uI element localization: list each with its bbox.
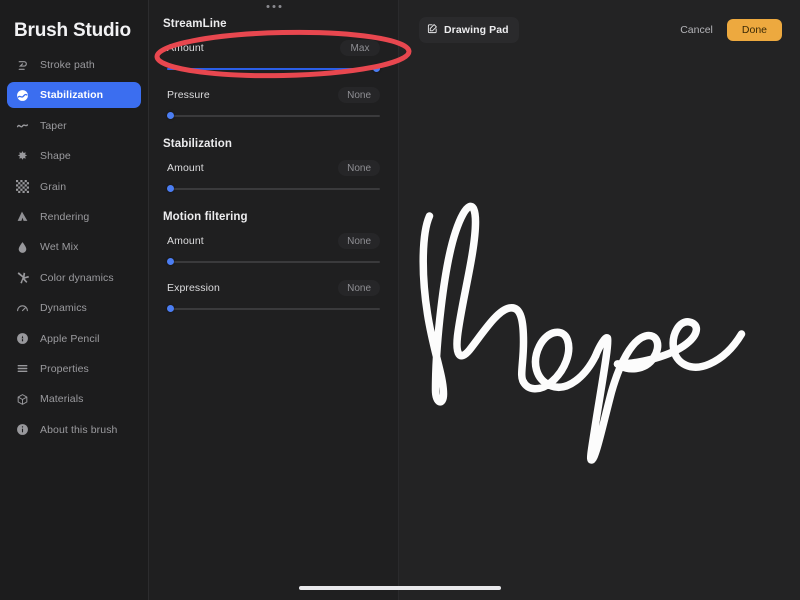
sidebar-item-properties[interactable]: Properties	[7, 356, 141, 382]
control-label: Amount	[167, 235, 204, 247]
dynamics-icon	[15, 301, 29, 315]
control-label: Amount	[167, 42, 204, 54]
sidebar-item-label: Rendering	[40, 210, 90, 223]
sidebar-item-label: About this brush	[40, 423, 118, 436]
slider-thumb[interactable]	[167, 258, 174, 265]
color-dynamics-icon	[15, 271, 29, 285]
section-title-motion-filtering: Motion filtering	[163, 211, 248, 223]
panel-drag-handle[interactable]	[266, 5, 281, 8]
slider-track	[167, 115, 380, 117]
sidebar-item-label: Wet Mix	[40, 241, 79, 254]
sidebar-item-shape[interactable]: Shape	[7, 143, 141, 169]
sidebar-item-label: Taper	[40, 119, 67, 132]
control-value-badge: None	[338, 280, 380, 296]
sidebar-item-wet-mix[interactable]: Wet Mix	[7, 234, 141, 260]
sidebar-item-label: Stroke path	[40, 59, 95, 71]
control-header: Amount Max	[167, 40, 380, 56]
sidebar-item-about-this-brush[interactable]: About this brush	[7, 417, 141, 443]
control-header: Amount None	[167, 233, 380, 249]
shape-icon	[15, 149, 29, 163]
wet-mix-icon	[15, 240, 29, 254]
control-header: Pressure None	[167, 87, 380, 103]
slider-stabilization-amount[interactable]	[167, 184, 380, 194]
control-stabilization-amount: Amount None	[161, 160, 386, 194]
control-header: Expression None	[167, 280, 380, 296]
sidebar-item-taper[interactable]: Taper	[7, 113, 141, 139]
sidebar-item-apple-pencil[interactable]: Apple Pencil	[7, 326, 141, 352]
control-streamline-amount: Amount Max	[161, 40, 386, 74]
sidebar-item-label: Grain	[40, 180, 67, 193]
sidebar-item-materials[interactable]: Materials	[7, 386, 141, 412]
control-label: Pressure	[167, 89, 210, 101]
slider-motion-amount[interactable]	[167, 257, 380, 267]
slider-thumb[interactable]	[167, 305, 174, 312]
apple-pencil-icon	[15, 332, 29, 346]
slider-streamline-amount[interactable]	[167, 64, 380, 74]
slider-motion-expression[interactable]	[167, 304, 380, 314]
sidebar-item-label: Materials	[40, 393, 84, 406]
home-indicator	[299, 586, 501, 590]
slider-track	[167, 308, 380, 310]
sidebar-item-stabilization[interactable]: Stabilization	[7, 82, 141, 109]
control-value-badge: None	[338, 160, 380, 176]
app-title: Brush Studio	[14, 20, 131, 41]
taper-icon	[15, 119, 29, 133]
rendering-icon	[15, 210, 29, 224]
sidebar-item-label: Stabilization	[40, 89, 104, 102]
sidebar-item-rendering[interactable]: Rendering	[7, 204, 141, 230]
sidebar-item-label: Apple Pencil	[40, 332, 100, 345]
stroke-path-icon	[15, 58, 29, 72]
sidebar-nav-list: Stroke path Stabilization Taper Shape Gr…	[0, 52, 148, 443]
materials-icon	[15, 392, 29, 406]
control-value-badge: None	[338, 87, 380, 103]
drawing-pad-panel: Drawing Pad Cancel Done	[399, 0, 800, 600]
stabilization-icon	[15, 88, 29, 102]
drawing-pad-toolbar: Drawing Pad Cancel Done	[399, 0, 800, 43]
control-header: Amount None	[167, 160, 380, 176]
grain-icon	[15, 180, 29, 194]
slider-thumb[interactable]	[167, 185, 174, 192]
slider-streamline-pressure[interactable]	[167, 111, 380, 121]
sidebar-item-color-dynamics[interactable]: Color dynamics	[7, 265, 141, 291]
sidebar-item-dynamics[interactable]: Dynamics	[7, 295, 141, 321]
slider-track	[167, 261, 380, 263]
brush-studio-window: Brush Studio Stroke path Stabilization T…	[0, 0, 800, 600]
sidebar-item-grain[interactable]: Grain	[7, 174, 141, 200]
sidebar-item-label: Dynamics	[40, 302, 87, 315]
cancel-button[interactable]: Cancel	[680, 24, 713, 36]
slider-thumb[interactable]	[373, 65, 380, 72]
drawing-pad-actions: Cancel Done	[680, 19, 782, 41]
settings-panel: StreamLine Amount Max Pressure None Stab…	[149, 0, 399, 600]
properties-icon	[15, 362, 29, 376]
control-label: Amount	[167, 162, 204, 174]
control-motion-expression: Expression None	[161, 280, 386, 314]
hope-sketch	[419, 202, 746, 464]
control-value-badge: Max	[340, 40, 380, 56]
drawing-pad-title-chip[interactable]: Drawing Pad	[419, 17, 519, 43]
info-icon	[15, 423, 29, 437]
section-title-streamline: StreamLine	[163, 18, 227, 30]
sidebar-item-stroke-path[interactable]: Stroke path	[7, 52, 141, 78]
drawing-pad-title: Drawing Pad	[444, 24, 509, 36]
slider-fill	[167, 67, 380, 70]
section-title-stabilization: Stabilization	[163, 138, 233, 150]
control-streamline-pressure: Pressure None	[161, 87, 386, 121]
edit-pencil-icon	[427, 21, 438, 39]
done-button[interactable]: Done	[726, 19, 782, 41]
sidebar-item-label: Color dynamics	[40, 271, 114, 284]
sidebar-item-label: Properties	[40, 362, 89, 375]
slider-thumb[interactable]	[167, 112, 174, 119]
slider-track	[167, 188, 380, 190]
sidebar: Brush Studio Stroke path Stabilization T…	[0, 0, 149, 600]
control-motion-amount: Amount None	[161, 233, 386, 267]
control-label: Expression	[167, 282, 220, 294]
drawing-canvas[interactable]	[399, 46, 800, 600]
sidebar-item-label: Shape	[40, 150, 71, 163]
control-value-badge: None	[338, 233, 380, 249]
